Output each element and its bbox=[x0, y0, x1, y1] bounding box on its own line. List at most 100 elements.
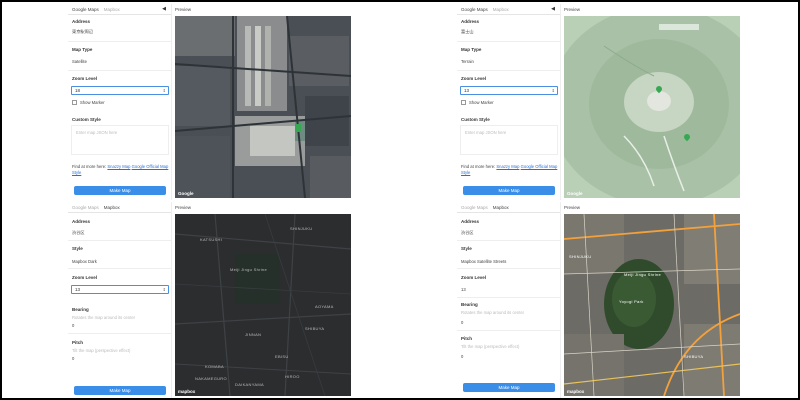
satellite-streets-image bbox=[564, 214, 740, 396]
tab-google-maps[interactable]: Google Maps bbox=[461, 205, 488, 210]
screenshot-frame: Google Maps Mapbox ◀ Address 東京駅周辺 Map T… bbox=[0, 0, 800, 400]
divider bbox=[457, 297, 561, 298]
address-label: Address bbox=[461, 19, 480, 24]
divider bbox=[68, 268, 172, 269]
panel-mapbox-dark: Google Maps Mapbox Address 渋谷区 Style Map… bbox=[68, 202, 358, 398]
tab-mapbox[interactable]: Mapbox bbox=[104, 205, 120, 210]
panel-google-satellite: Google Maps Mapbox ◀ Address 東京駅周辺 Map T… bbox=[68, 4, 358, 200]
style-select[interactable]: Mapbox Dark bbox=[72, 259, 97, 264]
map-preview-satellite[interactable]: Google bbox=[175, 16, 351, 198]
zoom-value: 13 bbox=[464, 88, 470, 93]
zoom-value: 18 bbox=[75, 88, 81, 93]
google-logo: Google bbox=[567, 191, 583, 196]
make-map-button[interactable]: Make Map bbox=[463, 186, 555, 195]
tab-google-maps[interactable]: Google Maps bbox=[72, 7, 99, 12]
tab-google-maps[interactable]: Google Maps bbox=[72, 205, 99, 210]
pitch-input[interactable]: 0 bbox=[72, 356, 74, 361]
divider bbox=[68, 70, 172, 71]
address-input[interactable]: 東京駅周辺 bbox=[72, 29, 93, 35]
terrain-image bbox=[564, 16, 740, 198]
map-label: Meiji Jingu Shrine bbox=[230, 267, 267, 272]
make-map-button[interactable]: Make Map bbox=[463, 383, 555, 392]
preview-label: Preview bbox=[175, 205, 192, 210]
map-type-label: Map Type bbox=[72, 47, 93, 52]
address-input[interactable]: 渋谷区 bbox=[72, 230, 85, 236]
zoom-input[interactable]: 13 ⇕ bbox=[460, 86, 558, 95]
map-label: SHINJUKU bbox=[290, 226, 313, 231]
show-marker-label: Show Marker bbox=[80, 100, 105, 105]
settings-form: Google Maps Mapbox ◀ Address 富士山 Map Typ… bbox=[457, 4, 561, 200]
divider bbox=[457, 268, 561, 269]
pitch-input[interactable]: 0 bbox=[461, 354, 463, 359]
settings-form: Google Maps Mapbox ◀ Address 東京駅周辺 Map T… bbox=[68, 4, 172, 200]
pitch-hint: Tilt the map (perspective effect) bbox=[72, 348, 131, 353]
divider bbox=[457, 70, 561, 71]
zoom-label: Zoom Level bbox=[72, 275, 98, 280]
find-more-text: Find at more here: Snazzy Map Google Off… bbox=[72, 164, 170, 176]
snazzy-map-link[interactable]: Snazzy Map bbox=[496, 164, 519, 169]
address-input[interactable]: 渋谷区 bbox=[461, 230, 474, 236]
tab-mapbox[interactable]: Mapbox bbox=[493, 7, 509, 12]
map-type-select[interactable]: Terrain bbox=[461, 59, 474, 64]
show-marker-label: Show Marker bbox=[469, 100, 494, 105]
address-input[interactable]: 富士山 bbox=[461, 29, 474, 35]
custom-style-textarea[interactable]: Enter map JSON here bbox=[71, 125, 169, 155]
settings-form: Google Maps Mapbox Address 渋谷区 Style Map… bbox=[68, 202, 172, 398]
map-label: Yoyogi Park bbox=[619, 299, 644, 304]
address-label: Address bbox=[461, 219, 480, 224]
spinner-icon[interactable]: ⇕ bbox=[552, 88, 555, 93]
bearing-input[interactable]: 0 bbox=[461, 320, 463, 325]
map-label: KOMABA bbox=[205, 364, 224, 369]
tab-mapbox[interactable]: Mapbox bbox=[104, 7, 120, 12]
bearing-hint: Rotates the map around its center bbox=[72, 315, 136, 320]
divider bbox=[457, 41, 561, 42]
spinner-icon[interactable]: ⇕ bbox=[163, 287, 166, 292]
settings-form: Google Maps Mapbox Address 渋谷区 Style Map… bbox=[457, 202, 561, 398]
snazzy-map-link[interactable]: Snazzy Map bbox=[107, 164, 130, 169]
custom-style-label: Custom Style bbox=[461, 117, 490, 122]
zoom-label: Zoom Level bbox=[461, 275, 487, 280]
preview-label: Preview bbox=[564, 205, 581, 210]
zoom-input[interactable]: 13 ⇕ bbox=[71, 285, 169, 294]
speaker-icon[interactable]: ◀ bbox=[162, 6, 166, 12]
map-preview-terrain[interactable]: Google bbox=[564, 16, 740, 198]
map-label: JINNAN bbox=[245, 332, 262, 337]
map-preview-dark[interactable]: KATSUSHI SHINJUKU Meiji Jingu Shrine AOY… bbox=[175, 214, 351, 396]
custom-style-label: Custom Style bbox=[72, 117, 101, 122]
style-label: Style bbox=[461, 246, 472, 251]
map-label: SHINJUKU bbox=[569, 254, 592, 259]
map-type-select[interactable]: Satellite bbox=[72, 59, 87, 64]
bearing-hint: Rotates the map around its center bbox=[461, 310, 525, 315]
pitch-hint: Tilt the map (perspective effect) bbox=[461, 344, 520, 349]
zoom-input[interactable]: 13 bbox=[461, 287, 466, 292]
tab-mapbox[interactable]: Mapbox bbox=[493, 205, 509, 210]
custom-style-placeholder: Enter map JSON here bbox=[76, 130, 118, 135]
map-preview-satellite-streets[interactable]: Meiji Jingu Shrine Yoyogi Park SHINJUKU … bbox=[564, 214, 740, 396]
show-marker-checkbox[interactable] bbox=[72, 100, 77, 105]
address-label: Address bbox=[72, 19, 91, 24]
zoom-input[interactable]: 18 ⇕ bbox=[71, 86, 169, 95]
make-map-button[interactable]: Make Map bbox=[74, 186, 166, 195]
map-label: Meiji Jingu Shrine bbox=[624, 272, 661, 277]
preview-label: Preview bbox=[564, 7, 581, 12]
find-more-text: Find at more here: Snazzy Map Google Off… bbox=[461, 164, 559, 176]
zoom-label: Zoom Level bbox=[461, 76, 487, 81]
divider bbox=[457, 330, 561, 331]
bearing-input[interactable]: 0 bbox=[72, 323, 74, 328]
map-label: AOYAMA bbox=[315, 304, 334, 309]
spinner-icon[interactable]: ⇕ bbox=[163, 88, 166, 93]
tab-google-maps[interactable]: Google Maps bbox=[461, 7, 488, 12]
map-label: EBISU bbox=[275, 354, 289, 359]
map-label: NAKAMEGURO bbox=[195, 376, 227, 381]
style-select[interactable]: Mapbox Satellite Streets bbox=[461, 259, 506, 264]
custom-style-textarea[interactable]: Enter map JSON here bbox=[460, 125, 558, 155]
zoom-value: 13 bbox=[75, 287, 81, 292]
pitch-label: Pitch bbox=[461, 336, 473, 341]
mapbox-logo: mapbox bbox=[178, 389, 196, 394]
google-logo: Google bbox=[178, 191, 194, 196]
show-marker-checkbox[interactable] bbox=[461, 100, 466, 105]
speaker-icon[interactable]: ◀ bbox=[551, 6, 555, 12]
map-label: SHIBUYA bbox=[305, 326, 325, 331]
panel-mapbox-satellite-streets: Google Maps Mapbox Address 渋谷区 Style Map… bbox=[457, 202, 742, 398]
make-map-button[interactable]: Make Map bbox=[74, 386, 166, 395]
